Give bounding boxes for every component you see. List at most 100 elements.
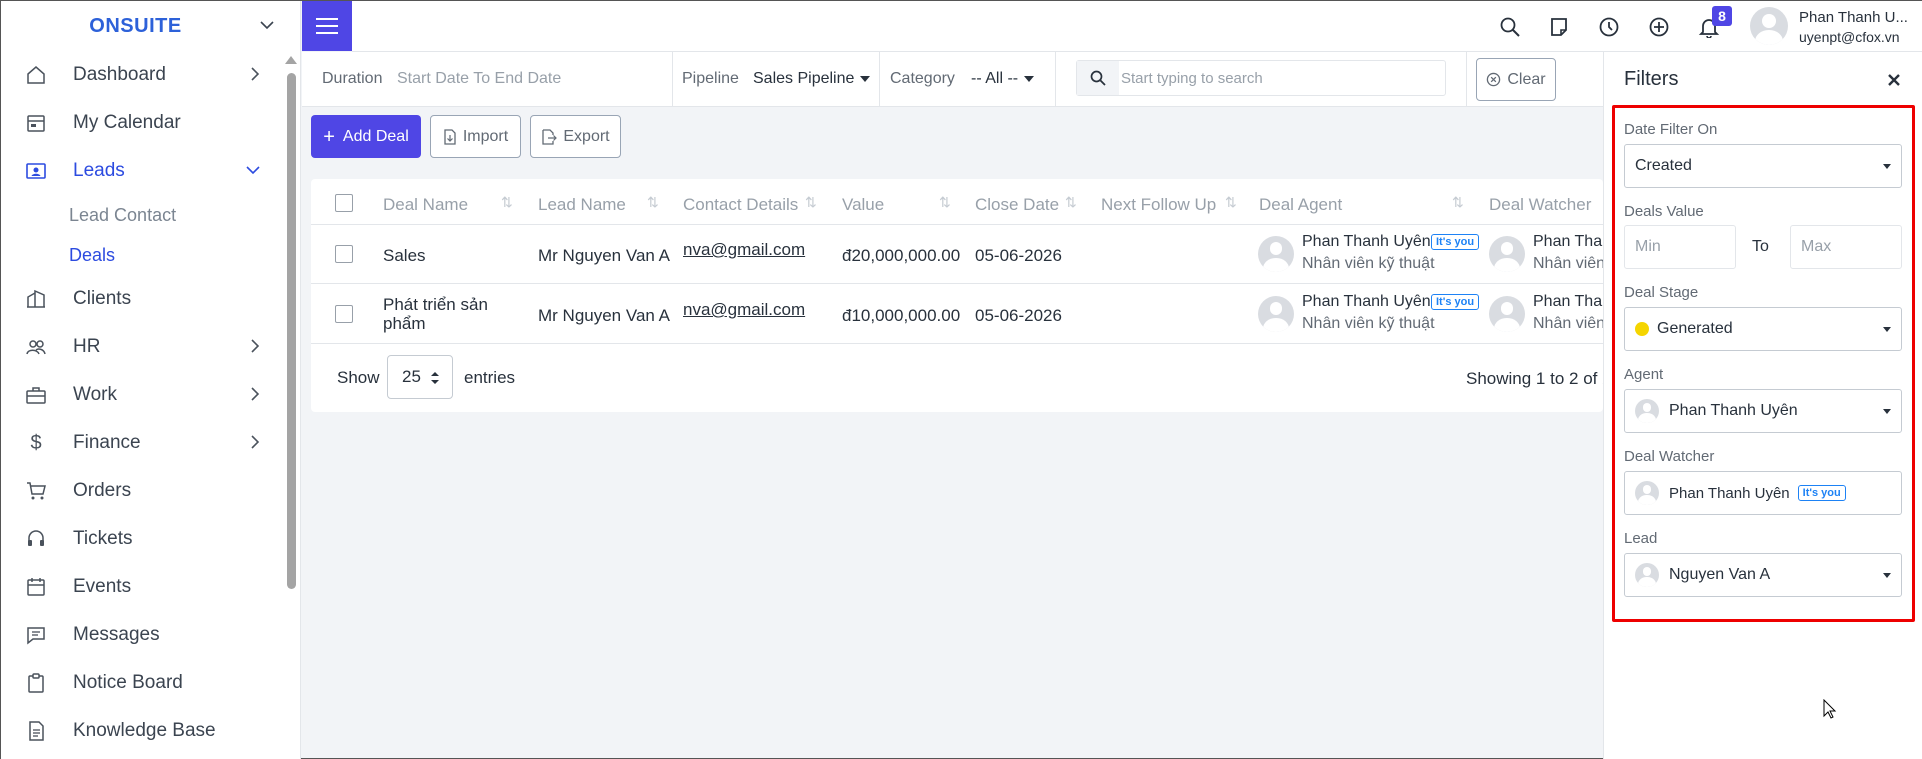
- entries-label: entries: [464, 368, 516, 387]
- category-select[interactable]: -- All --: [971, 70, 1035, 88]
- sidebar-item-knowledge-base[interactable]: Knowledge Base: [1, 707, 283, 755]
- agent-name: Phan Thanh Uyên: [1302, 293, 1431, 310]
- sidebar-item-events[interactable]: Events: [1, 563, 283, 611]
- import-label: Import: [462, 127, 509, 145]
- chevron-right-icon: [251, 67, 260, 81]
- sidebar-item-work[interactable]: Work: [1, 371, 283, 419]
- sort-icon[interactable]: ⇅: [1225, 194, 1237, 211]
- lead-name: Mr Nguyen Van A: [538, 246, 670, 265]
- deals-value-range: Min To Max: [1624, 225, 1902, 269]
- agent-select[interactable]: Phan Thanh Uyên: [1624, 389, 1902, 433]
- entries-value: 25: [402, 367, 421, 386]
- deal-name-link[interactable]: Sales: [383, 246, 426, 266]
- column-header-lead-name[interactable]: Lead Name: [538, 195, 626, 215]
- deal-name-link[interactable]: Phát triển sản: [383, 295, 488, 315]
- deal-watcher-select[interactable]: Phan Thanh Uyên It's you: [1624, 471, 1902, 515]
- lead-label: Lead: [1624, 530, 1658, 547]
- its-you-badge: It's you: [1431, 234, 1480, 250]
- chevron-right-icon: [251, 387, 260, 401]
- table-row[interactable]: Sales Mr Nguyen Van A nva@gmail.com đ20,…: [311, 225, 1603, 284]
- row-checkbox[interactable]: [335, 245, 353, 263]
- sidebar-item-label: My Calendar: [73, 112, 181, 133]
- users-icon: [25, 336, 47, 358]
- sort-icon[interactable]: ⇅: [501, 194, 513, 211]
- avatar: [1258, 296, 1294, 332]
- scroll-up-arrow-icon[interactable]: [285, 56, 297, 64]
- sidebar-scroll-thumb[interactable]: [287, 73, 296, 589]
- import-button[interactable]: Import: [430, 115, 521, 158]
- brand-logo: ONSUITE: [89, 14, 182, 37]
- column-header-deal-agent[interactable]: Deal Agent: [1259, 195, 1342, 215]
- sort-icon[interactable]: ⇅: [1065, 194, 1077, 211]
- search-icon: [1077, 61, 1119, 95]
- column-header-value[interactable]: Value: [842, 195, 884, 215]
- column-header-close-date[interactable]: Close Date: [975, 195, 1059, 215]
- add-circle-icon[interactable]: [1648, 16, 1670, 38]
- date-filter-value: Created: [1635, 157, 1692, 174]
- topbar: [352, 1, 1922, 52]
- sidebar-item-orders[interactable]: Orders: [1, 467, 283, 515]
- column-header-deal-watcher[interactable]: Deal Watcher: [1489, 195, 1591, 215]
- agent-role: Nhân viên kỹ thuật: [1302, 255, 1435, 272]
- sticky-note-icon[interactable]: [1548, 16, 1570, 38]
- lead-value: Nguyen Van A: [1669, 566, 1771, 583]
- avatar: [1489, 236, 1525, 272]
- select-all-checkbox[interactable]: [335, 194, 353, 212]
- search-box: [1076, 60, 1446, 96]
- sidebar-item-notice-board[interactable]: Notice Board: [1, 659, 283, 707]
- sort-icon[interactable]: ⇅: [647, 194, 659, 211]
- table-row[interactable]: Phát triển sản phẩm Mr Nguyen Van A nva@…: [311, 284, 1603, 344]
- search-input[interactable]: [1121, 67, 1421, 89]
- row-checkbox[interactable]: [335, 305, 353, 323]
- deal-stage-select[interactable]: Generated: [1624, 307, 1902, 351]
- sidebar-subitem-deals[interactable]: Deals: [1, 235, 283, 275]
- pipeline-value: Sales Pipeline: [753, 70, 855, 87]
- sidebar-item-my-calendar[interactable]: My Calendar: [1, 99, 283, 147]
- sidebar-item-messages[interactable]: Messages: [1, 611, 283, 659]
- pipeline-select[interactable]: Sales Pipeline: [753, 70, 871, 88]
- max-value-input[interactable]: Max: [1790, 225, 1902, 269]
- user-email: uyenpt@cfox.vn: [1799, 29, 1900, 45]
- search-icon[interactable]: [1499, 16, 1521, 38]
- user-name[interactable]: Phan Thanh U...: [1799, 9, 1917, 26]
- brand-header: ONSUITE: [1, 1, 300, 51]
- add-deal-button[interactable]: + Add Deal: [311, 115, 421, 158]
- caret-down-icon: [1883, 164, 1891, 169]
- chevron-down-icon[interactable]: [259, 17, 275, 33]
- min-value-input[interactable]: Min: [1624, 225, 1736, 269]
- duration-input[interactable]: Start Date To End Date: [397, 70, 561, 88]
- sort-icon[interactable]: ⇅: [1452, 194, 1464, 211]
- contact-email-link[interactable]: nva@gmail.com: [683, 300, 805, 320]
- sidebar-item-hr[interactable]: HR: [1, 323, 283, 371]
- date-filter-select[interactable]: Created: [1624, 144, 1902, 188]
- sidebar-item-tickets[interactable]: Tickets: [1, 515, 283, 563]
- sidebar-item-label: Knowledge Base: [73, 720, 216, 741]
- sidebar-item-leads[interactable]: Leads: [1, 147, 283, 195]
- sidebar-item-clients[interactable]: Clients: [1, 275, 283, 323]
- sidebar-item-dashboard[interactable]: Dashboard: [1, 51, 283, 99]
- clipboard-icon: [25, 672, 47, 694]
- close-icon[interactable]: [1886, 72, 1902, 88]
- entries-select[interactable]: 25: [387, 355, 453, 399]
- contact-email-link[interactable]: nva@gmail.com: [683, 240, 805, 260]
- sidebar-subitem-lead-contact[interactable]: Lead Contact: [1, 195, 283, 235]
- clear-button[interactable]: Clear: [1476, 58, 1556, 101]
- column-header-next-follow-up[interactable]: Next Follow Up: [1101, 195, 1216, 215]
- watcher-role: Nhân viên: [1533, 315, 1603, 332]
- sidebar-item-finance[interactable]: $ Finance: [1, 419, 283, 467]
- to-label: To: [1752, 238, 1769, 255]
- menu-toggle-button[interactable]: [302, 1, 352, 51]
- lead-select[interactable]: Nguyen Van A: [1624, 553, 1902, 597]
- avatar[interactable]: [1750, 7, 1788, 45]
- sort-icon[interactable]: ⇅: [939, 194, 951, 211]
- column-header-contact-details[interactable]: Contact Details: [683, 195, 798, 215]
- chevron-down-icon: [246, 166, 260, 175]
- file-import-icon: [444, 128, 456, 145]
- sidebar: ONSUITE Dashboard My Calendar Leads Lead…: [1, 1, 301, 759]
- deal-name-link-continued[interactable]: phẩm: [383, 314, 426, 334]
- column-header-deal-name[interactable]: Deal Name: [383, 195, 468, 215]
- export-button[interactable]: Export: [530, 115, 621, 158]
- sort-icon[interactable]: ⇅: [805, 194, 817, 211]
- clock-icon[interactable]: [1598, 16, 1620, 38]
- sidebar-item-label: HR: [73, 336, 101, 357]
